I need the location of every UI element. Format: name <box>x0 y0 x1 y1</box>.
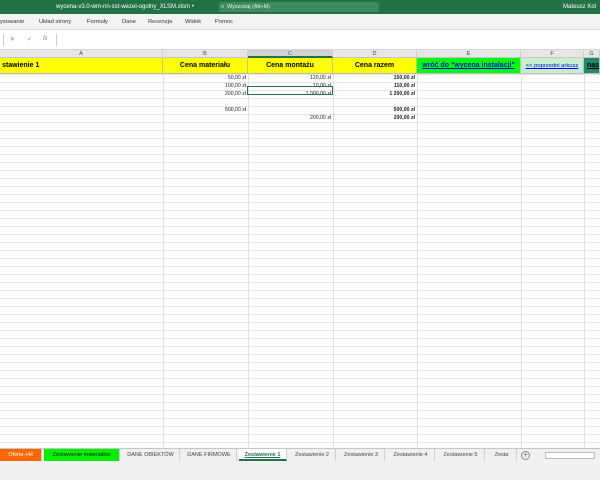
column-header-g[interactable]: G <box>584 50 600 58</box>
sheet-grid[interactable]: stawienie 1 Cena materiału Cena montażu … <box>0 58 600 448</box>
gridline <box>521 58 522 448</box>
status-bar <box>0 464 600 480</box>
gridline <box>417 58 418 448</box>
gridline <box>584 58 585 448</box>
sheet-tab[interactable]: Zestawienie materiałów <box>44 449 120 461</box>
previous-sheet-link[interactable]: << poprzedni arkusz <box>521 58 584 74</box>
tab-widok[interactable]: Widok <box>185 19 201 25</box>
name-box[interactable] <box>0 34 4 46</box>
gridline <box>163 58 164 448</box>
header-cell-d[interactable]: Cena razem <box>333 58 417 74</box>
tab-dane[interactable]: Dane <box>122 19 136 25</box>
next-sheet-link[interactable]: nas <box>584 58 600 74</box>
tab-pomoc[interactable]: Pomoc <box>215 19 233 25</box>
search-placeholder: Wyszukaj (Alt+M) <box>227 4 270 10</box>
cell-material-price[interactable]: 500,00 zł <box>163 106 246 114</box>
tab-uklad-strony[interactable]: Układ strony <box>39 19 71 25</box>
header-cell-a[interactable]: stawienie 1 <box>0 58 163 74</box>
cancel-icon[interactable]: ✕ <box>10 36 15 43</box>
enter-icon[interactable]: ✓ <box>27 36 32 43</box>
cell-material-price[interactable]: 50,00 zł <box>163 74 246 82</box>
formula-input[interactable] <box>56 34 600 46</box>
search-box[interactable]: ⌕ Wyszukaj (Alt+M) <box>219 2 379 12</box>
horizontal-scrollbar[interactable] <box>545 452 595 459</box>
sheet-tab[interactable]: Zesta <box>487 449 517 461</box>
formula-bar: ✕ ✓ fx <box>0 30 600 50</box>
active-cell-selection[interactable] <box>247 86 333 95</box>
cell-total-price[interactable]: 200,00 zł <box>333 114 415 122</box>
user-name[interactable]: Mateusz Kol <box>563 4 596 10</box>
add-sheet-button[interactable]: + <box>521 451 530 460</box>
column-header-d[interactable]: D <box>333 50 417 58</box>
sheet-tab[interactable]: Zestawienie 2 <box>289 449 336 461</box>
sheet-tab-active[interactable]: Zestawienie 1 <box>239 449 287 461</box>
function-icon[interactable]: fx <box>43 36 48 42</box>
column-header-f[interactable]: F <box>521 50 584 58</box>
cell-total-price[interactable]: 500,00 zł <box>333 106 415 114</box>
cell-material-price[interactable]: 200,00 zł <box>163 90 246 98</box>
back-to-quote-link[interactable]: wróć do "wycena instalacji" <box>417 58 521 74</box>
cell-total-price[interactable]: 110,00 zł <box>333 82 415 90</box>
column-header-b[interactable]: B <box>163 50 248 58</box>
header-cell-b[interactable]: Cena materiału <box>163 58 248 74</box>
title-bar: wycena-v3.0-wm-nn-sst-wezel-ogolny_XLSM.… <box>0 0 600 14</box>
cell-material-price[interactable]: 100,00 zł <box>163 82 246 90</box>
column-header-e[interactable]: E <box>417 50 521 58</box>
cell-total-price[interactable]: 1 200,00 zł <box>333 90 415 98</box>
cell-installation-price[interactable]: 120,00 zł <box>248 74 331 82</box>
ribbon-tabs: ysowanie Układ strony Formuły Dane Recen… <box>0 14 600 30</box>
cell-total-price[interactable]: 150,00 zł <box>333 74 415 82</box>
sheet-tab[interactable]: Zestawienie 4 <box>387 449 435 461</box>
sheet-tabs-bar: Oferta,+M Zestawienie materiałów DANE OB… <box>0 448 600 464</box>
search-icon: ⌕ <box>221 4 225 10</box>
sheet-tab[interactable]: DANE OBIEKTÓW <box>122 449 180 461</box>
sheet-tab[interactable]: DANE FIRMOWE <box>182 449 237 461</box>
document-name[interactable]: wycena-v3.0-wm-nn-sst-wezel-ogolny_XLSM.… <box>56 4 194 10</box>
tab-formuly[interactable]: Formuły <box>87 19 108 25</box>
column-header-a[interactable]: A <box>0 50 163 58</box>
tab-rysowanie[interactable]: ysowanie <box>0 19 24 25</box>
sheet-tab[interactable]: Zestawienie 5 <box>437 449 485 461</box>
tab-recenzja[interactable]: Recenzja <box>148 19 172 25</box>
column-headers: A B C D E F G <box>0 50 600 58</box>
header-cell-c[interactable]: Cena montażu <box>248 58 333 74</box>
sheet-tab[interactable]: Zestawienie 3 <box>338 449 385 461</box>
cell-installation-price[interactable]: 200,00 zł <box>248 114 331 122</box>
column-header-c[interactable]: C <box>248 50 333 58</box>
sheet-tab[interactable]: Oferta,+M <box>0 449 42 461</box>
